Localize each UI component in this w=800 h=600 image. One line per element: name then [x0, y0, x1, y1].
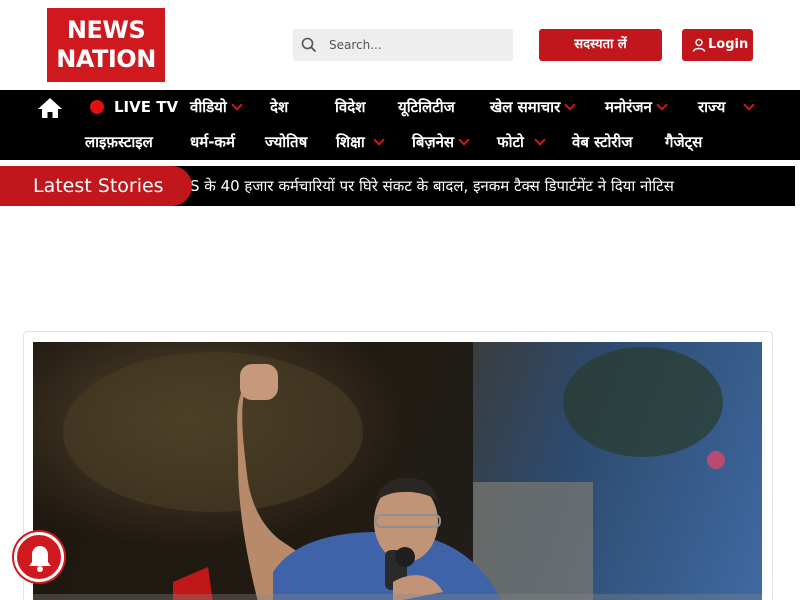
user-icon — [692, 38, 706, 52]
nav-label: वेब स्टोरीज — [572, 133, 633, 151]
search-icon — [301, 37, 317, 53]
nav-item-utilities[interactable]: यूटिलिटीज — [398, 90, 455, 125]
latest-stories-label: Latest Stories — [0, 166, 192, 206]
nav-item-live-tv[interactable]: LIVE TV — [90, 90, 178, 125]
article-hero-image[interactable] — [33, 342, 762, 600]
login-label: Login — [708, 37, 749, 52]
notification-bell-button[interactable] — [14, 532, 64, 582]
nav-label: ज्योतिष — [265, 133, 308, 151]
nav-label: फोटो — [497, 133, 524, 151]
nav-item-web-stories[interactable]: वेब स्टोरीज — [572, 125, 633, 160]
nav-label: LIVE TV — [114, 98, 179, 116]
nav-label: बिज़नेस — [412, 133, 455, 151]
nav-label: लाइफ़स्टाइल — [85, 133, 153, 151]
nav-item-states[interactable]: राज्य — [698, 90, 755, 125]
nav-item-entertainment[interactable]: मनोरंजन — [605, 90, 668, 125]
logo-line-1: NEWS — [66, 16, 146, 44]
main-navigation: LIVE TV वीडियो देश विदेश यूटिलिटीज खेल स… — [0, 90, 800, 160]
nav-label: खेल समाचार — [490, 98, 561, 116]
subscribe-button[interactable]: सदस्यता लें — [539, 29, 662, 61]
chevron-down-icon[interactable] — [534, 134, 546, 146]
logo-line-2: NATION — [56, 45, 156, 73]
nav-item-astrology[interactable]: ज्योतिष — [265, 125, 307, 160]
search-input[interactable]: Search... — [293, 29, 513, 61]
login-button[interactable]: Login — [682, 29, 753, 61]
nav-item-business[interactable]: बिज़नेस — [412, 125, 470, 160]
nav-label: शिक्षा — [336, 133, 365, 151]
chevron-down-icon[interactable] — [743, 99, 755, 111]
chevron-down-icon[interactable] — [373, 134, 385, 146]
nav-item-lifestyle[interactable]: लाइफ़स्टाइल — [85, 125, 153, 160]
chevron-down-icon[interactable] — [564, 99, 576, 111]
nav-label: यूटिलिटीज — [398, 98, 455, 116]
nav-label: धर्म-कर्म — [190, 133, 235, 151]
hero-photo-illustration — [33, 342, 725, 600]
live-dot-icon — [90, 100, 104, 114]
nav-item-photos[interactable]: फोटो — [497, 125, 546, 160]
nav-item-gadgets[interactable]: गैजेट्स — [665, 125, 702, 160]
nav-item-videos[interactable]: वीडियो — [190, 90, 243, 125]
site-header: NEWS NATION Search... सदस्यता लें Login — [0, 0, 800, 90]
nav-item-sports[interactable]: खेल समाचार — [490, 90, 576, 125]
chevron-down-icon[interactable] — [656, 99, 668, 111]
news-nation-logo[interactable]: NEWS NATION — [47, 8, 165, 82]
nav-label: राज्य — [698, 98, 726, 116]
horizontal-scrollbar[interactable] — [33, 594, 762, 600]
ticker-headline[interactable]: S के 40 हजार कर्मचारियों पर घिरे संकट के… — [190, 166, 674, 206]
chevron-down-icon[interactable] — [458, 134, 470, 146]
nav-label: मनोरंजन — [605, 98, 652, 116]
nav-row-1: LIVE TV वीडियो देश विदेश यूटिलिटीज खेल स… — [0, 90, 800, 125]
nav-item-videsh[interactable]: विदेश — [335, 90, 365, 125]
home-icon[interactable] — [37, 97, 63, 119]
chevron-down-icon[interactable] — [231, 99, 243, 111]
search-placeholder: Search... — [329, 38, 382, 52]
nav-item-education[interactable]: शिक्षा — [336, 125, 385, 160]
nav-item-religion[interactable]: धर्म-कर्म — [190, 125, 235, 160]
nav-label: विदेश — [335, 98, 366, 116]
nav-label: वीडियो — [190, 98, 227, 116]
nav-label: गैजेट्स — [665, 133, 703, 151]
latest-stories-ticker: S के 40 हजार कर्मचारियों पर घिरे संकट के… — [0, 166, 795, 206]
nav-item-desh[interactable]: देश — [270, 90, 288, 125]
bell-icon — [29, 546, 51, 572]
nav-row-2: लाइफ़स्टाइल धर्म-कर्म ज्योतिष शिक्षा बिज… — [0, 125, 800, 160]
nav-label: देश — [270, 98, 289, 116]
